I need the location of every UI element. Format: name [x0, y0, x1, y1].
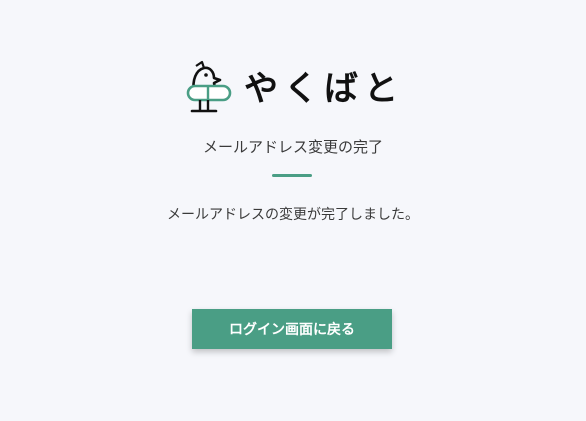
brand-name: やくばと — [244, 69, 404, 109]
page: やくばと メールアドレス変更の完了 メールアドレスの変更が完了しました。 ログイ… — [0, 0, 586, 421]
completion-message: メールアドレスの変更が完了しました。 — [167, 207, 419, 223]
back-to-login-button[interactable]: ログイン画面に戻る — [192, 309, 392, 349]
brand-logo: やくばと — [184, 58, 404, 116]
pigeon-capsule-icon — [186, 60, 232, 113]
page-title: メールアドレス変更の完了 — [202, 138, 383, 156]
title-divider — [272, 174, 312, 177]
